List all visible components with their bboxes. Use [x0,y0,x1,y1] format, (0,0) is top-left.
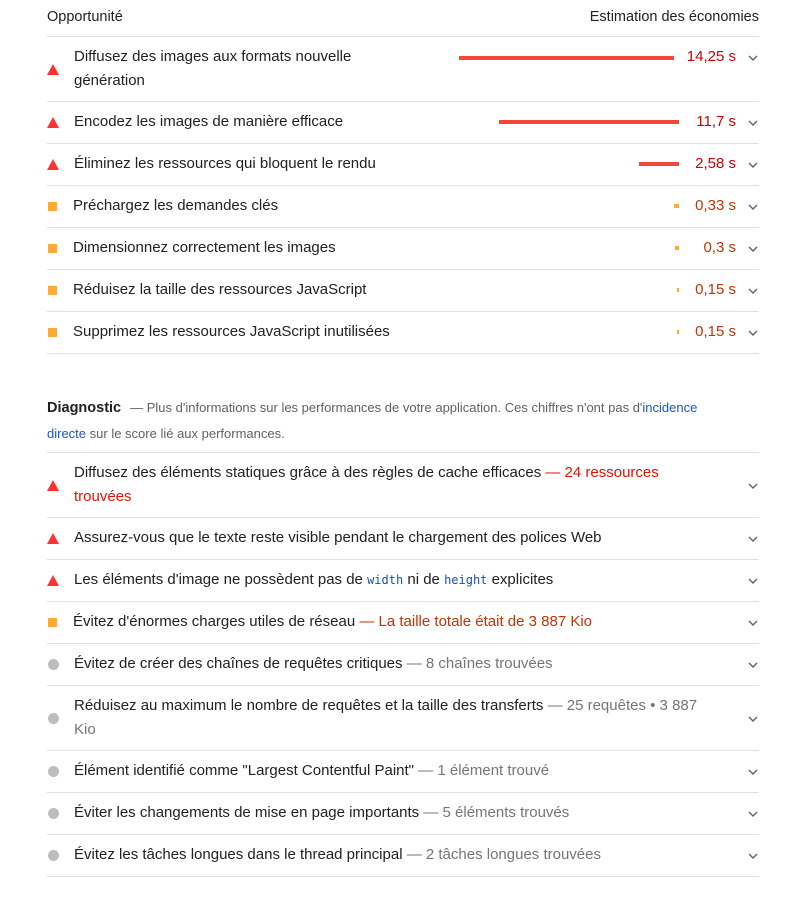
code-height: height [444,573,488,587]
diagnostic-title: Élément identifié comme "Largest Content… [74,762,550,779]
chevron-down-icon[interactable] [748,286,758,296]
diagnostic-title: Diffusez des éléments statiques grâce à … [74,464,659,505]
info-circle-icon [48,713,59,724]
diagnostics-list: Diffusez des éléments statiques grâce à … [47,452,759,877]
chevron-down-icon[interactable] [748,714,758,724]
chevron-down-icon[interactable] [748,53,758,63]
info-circle-icon [48,659,59,670]
average-square-icon [48,202,57,211]
opportunities-list: Diffusez des images aux formats nouvelle… [47,37,759,354]
opportunity-row[interactable]: Diffusez des images aux formats nouvelle… [47,37,759,102]
info-circle-icon [48,850,59,861]
diagnostic-row[interactable]: Évitez les tâches longues dans le thread… [47,835,759,877]
opportunity-row[interactable]: Dimensionnez correctement les images 0,3… [47,228,759,270]
fail-triangle-icon [47,533,59,544]
fail-triangle-icon [47,159,59,170]
code-width: width [367,573,404,587]
diagnostic-title: Assurez-vous que le texte reste visible … [74,529,602,546]
diagnostic-row[interactable]: Élément identifié comme "Largest Content… [47,751,759,793]
savings-value: 11,7 s [696,113,736,130]
chevron-down-icon[interactable] [748,576,758,586]
diagnostic-title: Évitez les tâches longues dans le thread… [74,846,601,863]
chevron-down-icon[interactable] [748,618,758,628]
savings-bar [677,288,679,292]
chevron-down-icon[interactable] [748,118,758,128]
fail-triangle-icon [47,117,59,128]
savings-bar [674,204,679,208]
diagnostic-title: Les éléments d'image ne possèdent pas de… [74,571,554,588]
average-square-icon [48,244,57,253]
opportunity-row[interactable]: Éliminez les ressources qui bloquent le … [47,144,759,186]
savings-bar [675,246,679,250]
diagnostic-summary: — 1 élément trouvé [418,762,550,779]
fail-triangle-icon [47,480,59,491]
opportunity-title: Dimensionnez correctement les images [73,239,336,256]
diagnostics-description: — Plus d'informations sur les performanc… [130,400,643,415]
chevron-down-icon[interactable] [748,244,758,254]
chevron-down-icon[interactable] [748,767,758,777]
savings-bar [459,56,674,60]
opportunity-row[interactable]: Encodez les images de manière efficace 1… [47,102,759,144]
opportunity-title: Encodez les images de manière efficace [74,113,344,130]
diagnostic-title: Évitez de créer des chaînes de requêtes … [74,655,553,672]
diagnostic-summary: — La taille totale était de 3 887 Kio [359,613,593,630]
opportunity-row[interactable]: Supprimez les ressources JavaScript inut… [47,312,759,354]
average-square-icon [48,286,57,295]
savings-column-label: Estimation des économies [589,9,759,25]
average-square-icon [48,618,57,627]
savings-bar [677,330,679,334]
diagnostic-summary: — 2 tâches longues trouvées [406,846,601,863]
chevron-down-icon[interactable] [748,202,758,212]
savings-value: 0,3 s [703,239,736,256]
opportunity-title: Supprimez les ressources JavaScript inut… [73,323,390,340]
chevron-down-icon[interactable] [748,534,758,544]
chevron-down-icon[interactable] [748,481,758,491]
savings-bar [639,162,679,166]
diagnostic-row[interactable]: Évitez de créer des chaînes de requêtes … [47,644,759,686]
savings-value: 0,15 s [695,323,736,340]
opportunities-header: Opportunité Estimation des économies [47,0,759,37]
opportunity-title: Éliminez les ressources qui bloquent le … [74,155,376,172]
savings-value: 2,58 s [695,155,736,172]
opportunity-title: Réduisez la taille des ressources JavaSc… [73,281,367,298]
opportunity-column-label: Opportunité [47,9,123,25]
diagnostic-row[interactable]: Diffusez des éléments statiques grâce à … [47,453,759,518]
diagnostic-row[interactable]: Assurez-vous que le texte reste visible … [47,518,759,560]
chevron-down-icon[interactable] [748,328,758,338]
diagnostic-summary: — 8 chaînes trouvées [406,655,553,672]
diagnostic-title: Évitez d'énormes charges utiles de résea… [73,613,593,630]
chevron-down-icon[interactable] [748,851,758,861]
savings-value: 0,15 s [695,281,736,298]
diagnostic-row[interactable]: Réduisez au maximum le nombre de requête… [47,686,759,751]
diagnostic-summary: — 5 éléments trouvés [423,804,570,821]
diagnostics-header: Diagnostic — Plus d'informations sur les … [47,395,707,446]
lighthouse-report: Opportunité Estimation des économies Dif… [47,0,759,877]
diagnostic-row[interactable]: Les éléments d'image ne possèdent pas de… [47,560,759,602]
savings-value: 14,25 s [686,48,736,65]
opportunity-title: Diffusez des images aux formats nouvelle… [74,48,352,89]
info-circle-icon [48,766,59,777]
fail-triangle-icon [47,64,59,75]
savings-value: 0,33 s [695,197,736,214]
diagnostics-description-end: sur le score lié aux performances. [86,426,285,441]
diagnostic-row[interactable]: Évitez d'énormes charges utiles de résea… [47,602,759,644]
opportunity-row[interactable]: Préchargez les demandes clés 0,33 s [47,186,759,228]
opportunity-title: Préchargez les demandes clés [73,197,279,214]
info-circle-icon [48,808,59,819]
chevron-down-icon[interactable] [748,660,758,670]
diagnostic-title: Réduisez au maximum le nombre de requête… [74,697,698,738]
chevron-down-icon[interactable] [748,809,758,819]
diagnostics-title: Diagnostic [47,400,122,416]
fail-triangle-icon [47,575,59,586]
opportunity-row[interactable]: Réduisez la taille des ressources JavaSc… [47,270,759,312]
savings-bar [499,120,679,124]
diagnostic-row[interactable]: Éviter les changements de mise en page i… [47,793,759,835]
diagnostic-title: Éviter les changements de mise en page i… [74,804,570,821]
chevron-down-icon[interactable] [748,160,758,170]
average-square-icon [48,328,57,337]
